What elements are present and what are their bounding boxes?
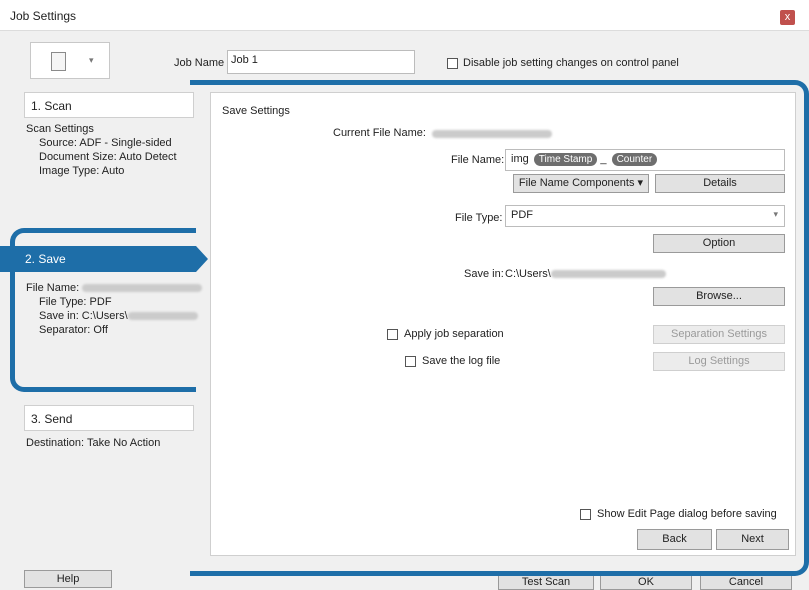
cancel-button[interactable]: Cancel (700, 574, 792, 590)
scan-document-size: Document Size: Auto Detect (39, 151, 177, 163)
step-scan-label: 1. Scan (31, 99, 72, 113)
title-bar (0, 0, 809, 31)
scan-settings-heading: Scan Settings (26, 123, 94, 135)
disable-changes-label: Disable job setting changes on control p… (463, 57, 679, 69)
save-highlight-outline (190, 80, 809, 576)
ok-button[interactable]: OK (600, 574, 692, 590)
scan-source: Source: ADF - Single-sided (39, 137, 172, 149)
step-scan-tile[interactable]: 1. Scan (24, 92, 194, 118)
close-button[interactable]: x (780, 10, 795, 25)
job-icon-dropdown[interactable]: ▾ (30, 42, 110, 79)
window-title: Job Settings (10, 9, 77, 23)
step-send-tile[interactable]: 3. Send (24, 405, 194, 431)
test-scan-button[interactable]: Test Scan (498, 574, 594, 590)
save-step-highlight-outline (10, 228, 196, 392)
scan-summary: Scan Settings Source: ADF - Single-sided… (26, 122, 177, 178)
chevron-down-icon: ▾ (89, 55, 94, 65)
disable-changes-checkbox[interactable] (447, 58, 458, 69)
step-send-label: 3. Send (31, 412, 73, 426)
send-destination: Destination: Take No Action (26, 437, 161, 449)
help-button[interactable]: Help (24, 570, 112, 588)
job-name-input[interactable]: Job 1 (227, 50, 415, 74)
job-name-label: Job Name (174, 57, 225, 69)
scan-image-type: Image Type: Auto (39, 165, 125, 177)
document-icon (51, 52, 66, 71)
